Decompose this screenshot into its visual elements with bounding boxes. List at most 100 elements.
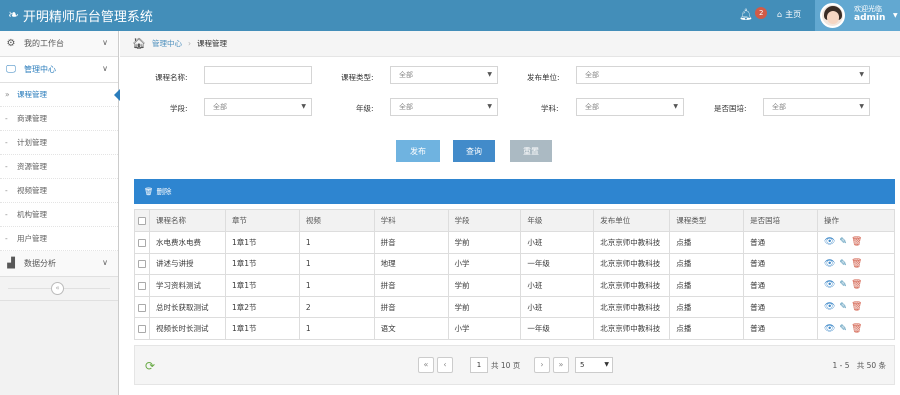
table-cell: 1章1节	[224, 252, 300, 276]
avatar	[820, 3, 845, 28]
table-cell: 一年级	[520, 317, 595, 340]
sidebar-subitem-video[interactable]: - 视频管理	[0, 179, 118, 203]
eye-icon[interactable]: 👁︎	[824, 280, 835, 290]
sidebar-subitem-course[interactable]: » 课程管理	[0, 83, 118, 107]
collapse-sidebar-button[interactable]: «	[51, 282, 64, 295]
column-header[interactable]: 学科	[373, 209, 449, 232]
trash-icon[interactable]: 🗑︎	[851, 302, 862, 312]
row-select-cell	[134, 252, 150, 276]
reset-button[interactable]: 重置	[510, 140, 552, 162]
column-header[interactable]: 课程类型	[669, 209, 745, 232]
table-cell: 拼音	[373, 295, 449, 319]
sidebar-subitem-lesson[interactable]: - 商课管理	[0, 107, 118, 131]
pencil-icon[interactable]: ✎	[839, 302, 847, 312]
table-cell: 小班	[520, 231, 595, 254]
refresh-icon[interactable]: ⟳	[145, 359, 155, 373]
row-checkbox[interactable]	[138, 303, 146, 312]
sidebar-subitem-label: 资源管理	[17, 162, 47, 171]
sidebar-item-management[interactable]: 🖵 管理中心 ∨	[0, 57, 118, 83]
trash-icon[interactable]: 🗑︎	[851, 237, 862, 247]
pencil-icon[interactable]: ✎	[839, 324, 847, 334]
column-header[interactable]: 课程名称	[148, 209, 226, 232]
trash-icon[interactable]: 🗑︎	[851, 280, 862, 290]
sidebar-item-analytics[interactable]: ▟ 数据分析 ∨	[0, 251, 118, 277]
dropdown-arrow-icon: ▼	[487, 103, 492, 110]
table-cell: 点播	[669, 252, 745, 276]
page-number-input[interactable]: 1	[470, 357, 488, 373]
row-select-cell	[134, 231, 150, 254]
trash-icon[interactable]: 🗑︎	[144, 187, 154, 196]
sidebar-subitem-label: 视频管理	[17, 186, 47, 195]
table-cell: 普通	[743, 317, 818, 340]
course-type-select[interactable]: 全部 ▼	[390, 66, 498, 84]
column-header[interactable]: 学段	[447, 209, 522, 232]
table-cell: 水电费水电费	[148, 231, 226, 254]
column-header[interactable]: 章节	[224, 209, 300, 232]
table-cell: 总时长获取测试	[148, 295, 226, 319]
breadcrumb-link[interactable]: 管理中心	[152, 38, 182, 49]
brand[interactable]: ❧ 开明精师后台管理系统	[8, 6, 153, 25]
query-button[interactable]: 查询	[453, 140, 495, 162]
last-page-button[interactable]: »	[553, 357, 569, 373]
dash-icon: -	[5, 162, 8, 171]
row-checkbox[interactable]	[138, 325, 146, 334]
bar-chart-icon: ▟	[7, 258, 15, 269]
page-size-select[interactable]: 5 ▼	[575, 357, 613, 373]
sidebar-subitem-label: 机构管理	[17, 210, 47, 219]
table-cell: 点播	[669, 274, 745, 297]
chevron-down-icon: ∨	[102, 64, 108, 73]
table-cell: 拼音	[373, 274, 449, 297]
column-header[interactable]: 发布单位	[593, 209, 671, 232]
sidebar-subitem-user[interactable]: - 用户管理	[0, 227, 118, 251]
eye-icon[interactable]: 👁︎	[824, 324, 835, 334]
table-cell: 点播	[669, 231, 745, 254]
table-cell: 学前	[447, 295, 522, 319]
course-type-value: 全部	[399, 71, 413, 79]
sidebar-subitem-plan[interactable]: - 计划管理	[0, 131, 118, 155]
trash-icon[interactable]: 🗑︎	[851, 324, 862, 334]
table-cell: 视频长时长测试	[148, 317, 226, 340]
column-header[interactable]: 是否国培	[743, 209, 818, 232]
column-header[interactable]: 年级	[520, 209, 595, 232]
table-cell: 北京京师中教科技	[593, 252, 671, 276]
eye-icon[interactable]: 👁︎	[824, 259, 835, 269]
sidebar-subitem-label: 课程管理	[17, 90, 47, 99]
pencil-icon[interactable]: ✎	[839, 259, 847, 269]
prev-page-button[interactable]: ‹	[437, 357, 453, 373]
row-checkbox[interactable]	[138, 238, 146, 247]
home-icon[interactable]: 🏠︎	[132, 37, 146, 50]
eye-icon[interactable]: 👁︎	[824, 302, 835, 312]
pencil-icon[interactable]: ✎	[839, 237, 847, 247]
table-cell: 小学	[447, 252, 522, 276]
intl-select[interactable]: 全部 ▼	[763, 98, 870, 116]
eye-icon[interactable]: 👁︎	[824, 237, 835, 247]
home-icon: ⌂	[777, 10, 783, 19]
course-type-label: 课程类型:	[341, 73, 374, 82]
publisher-select[interactable]: 全部 ▼	[576, 66, 870, 84]
first-page-button[interactable]: «	[418, 357, 434, 373]
next-page-button[interactable]: ›	[534, 357, 550, 373]
trash-icon[interactable]: 🗑︎	[851, 259, 862, 269]
select-all-checkbox[interactable]	[138, 217, 146, 225]
course-name-input[interactable]	[204, 66, 312, 84]
home-link[interactable]: ⌂ 主页	[777, 9, 801, 20]
sidebar-item-workbench[interactable]: ⚙ 我的工作台 ∨	[0, 31, 118, 57]
pencil-icon[interactable]: ✎	[839, 280, 847, 290]
publish-button[interactable]: 发布	[396, 140, 440, 162]
grade-select[interactable]: 全部 ▼	[390, 98, 498, 116]
column-header[interactable]: 视频	[298, 209, 375, 232]
dropdown-arrow-icon: ▼	[604, 361, 609, 368]
table-row: 讲述与讲授 1章1节 1 地理 小学 一年级 北京京师中教科技 点播 普通 👁︎ ✎ 🗑︎	[134, 252, 896, 276]
row-checkbox[interactable]	[138, 260, 146, 269]
username: admin	[854, 13, 886, 23]
grade-label: 年级:	[356, 104, 374, 113]
table-cell: 1	[298, 231, 375, 254]
user-menu[interactable]: 欢迎光临 admin ▼	[815, 0, 900, 31]
sidebar-subitem-org[interactable]: - 机构管理	[0, 203, 118, 227]
subject-select[interactable]: 全部 ▼	[576, 98, 684, 116]
sidebar-subitem-resource[interactable]: - 资源管理	[0, 155, 118, 179]
row-checkbox[interactable]	[138, 281, 146, 290]
delete-selected-button[interactable]: 删除	[157, 186, 172, 197]
stage-select[interactable]: 全部 ▼	[204, 98, 312, 116]
bell-icon[interactable]: 🔔︎	[739, 8, 753, 21]
